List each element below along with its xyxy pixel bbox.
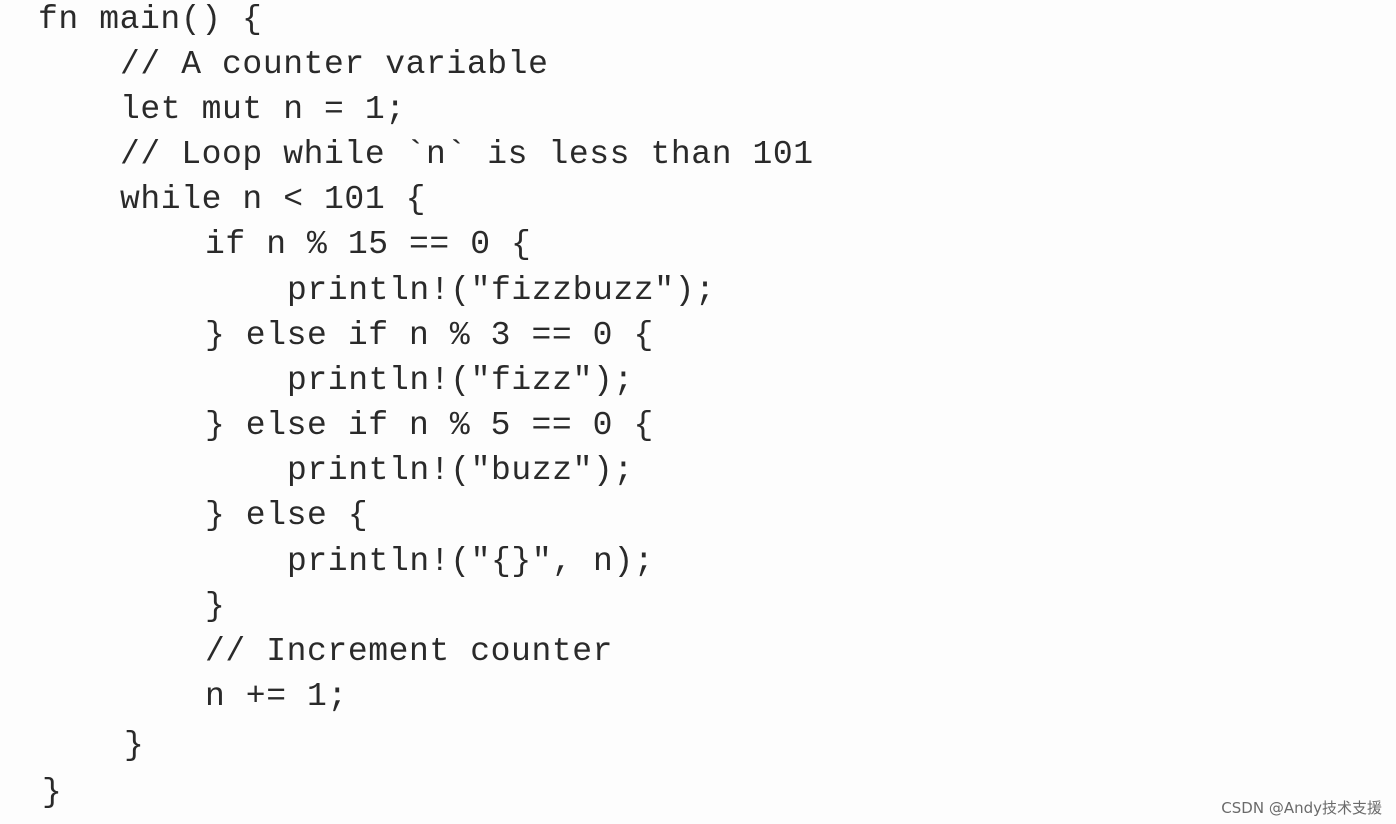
code-line: println!("fizzbuzz"); [287, 272, 716, 309]
watermark: CSDN @Andy技术支援 [1221, 799, 1382, 817]
code-line: } else if n % 3 == 0 { [205, 317, 654, 354]
code-line: } else { [205, 497, 369, 534]
code-line: println!("{}", n); [287, 543, 655, 580]
code-line: // A counter variable [120, 46, 549, 83]
code-line: } [205, 588, 226, 625]
code-line: if n % 15 == 0 { [205, 226, 532, 263]
code-line: n += 1; [205, 678, 348, 715]
code-line: println!("buzz"); [287, 452, 634, 489]
code-line: let mut n = 1; [120, 91, 406, 128]
code-line: } [124, 727, 145, 764]
code-line: fn main() { [38, 1, 263, 38]
code-line: println!("fizz"); [287, 362, 634, 399]
code-line: } [42, 774, 63, 811]
code-line: // Increment counter [205, 633, 614, 670]
code-line: // Loop while `n` is less than 101 [120, 136, 814, 173]
code-line: while n < 101 { [120, 181, 427, 218]
code-line: } else if n % 5 == 0 { [205, 407, 654, 444]
